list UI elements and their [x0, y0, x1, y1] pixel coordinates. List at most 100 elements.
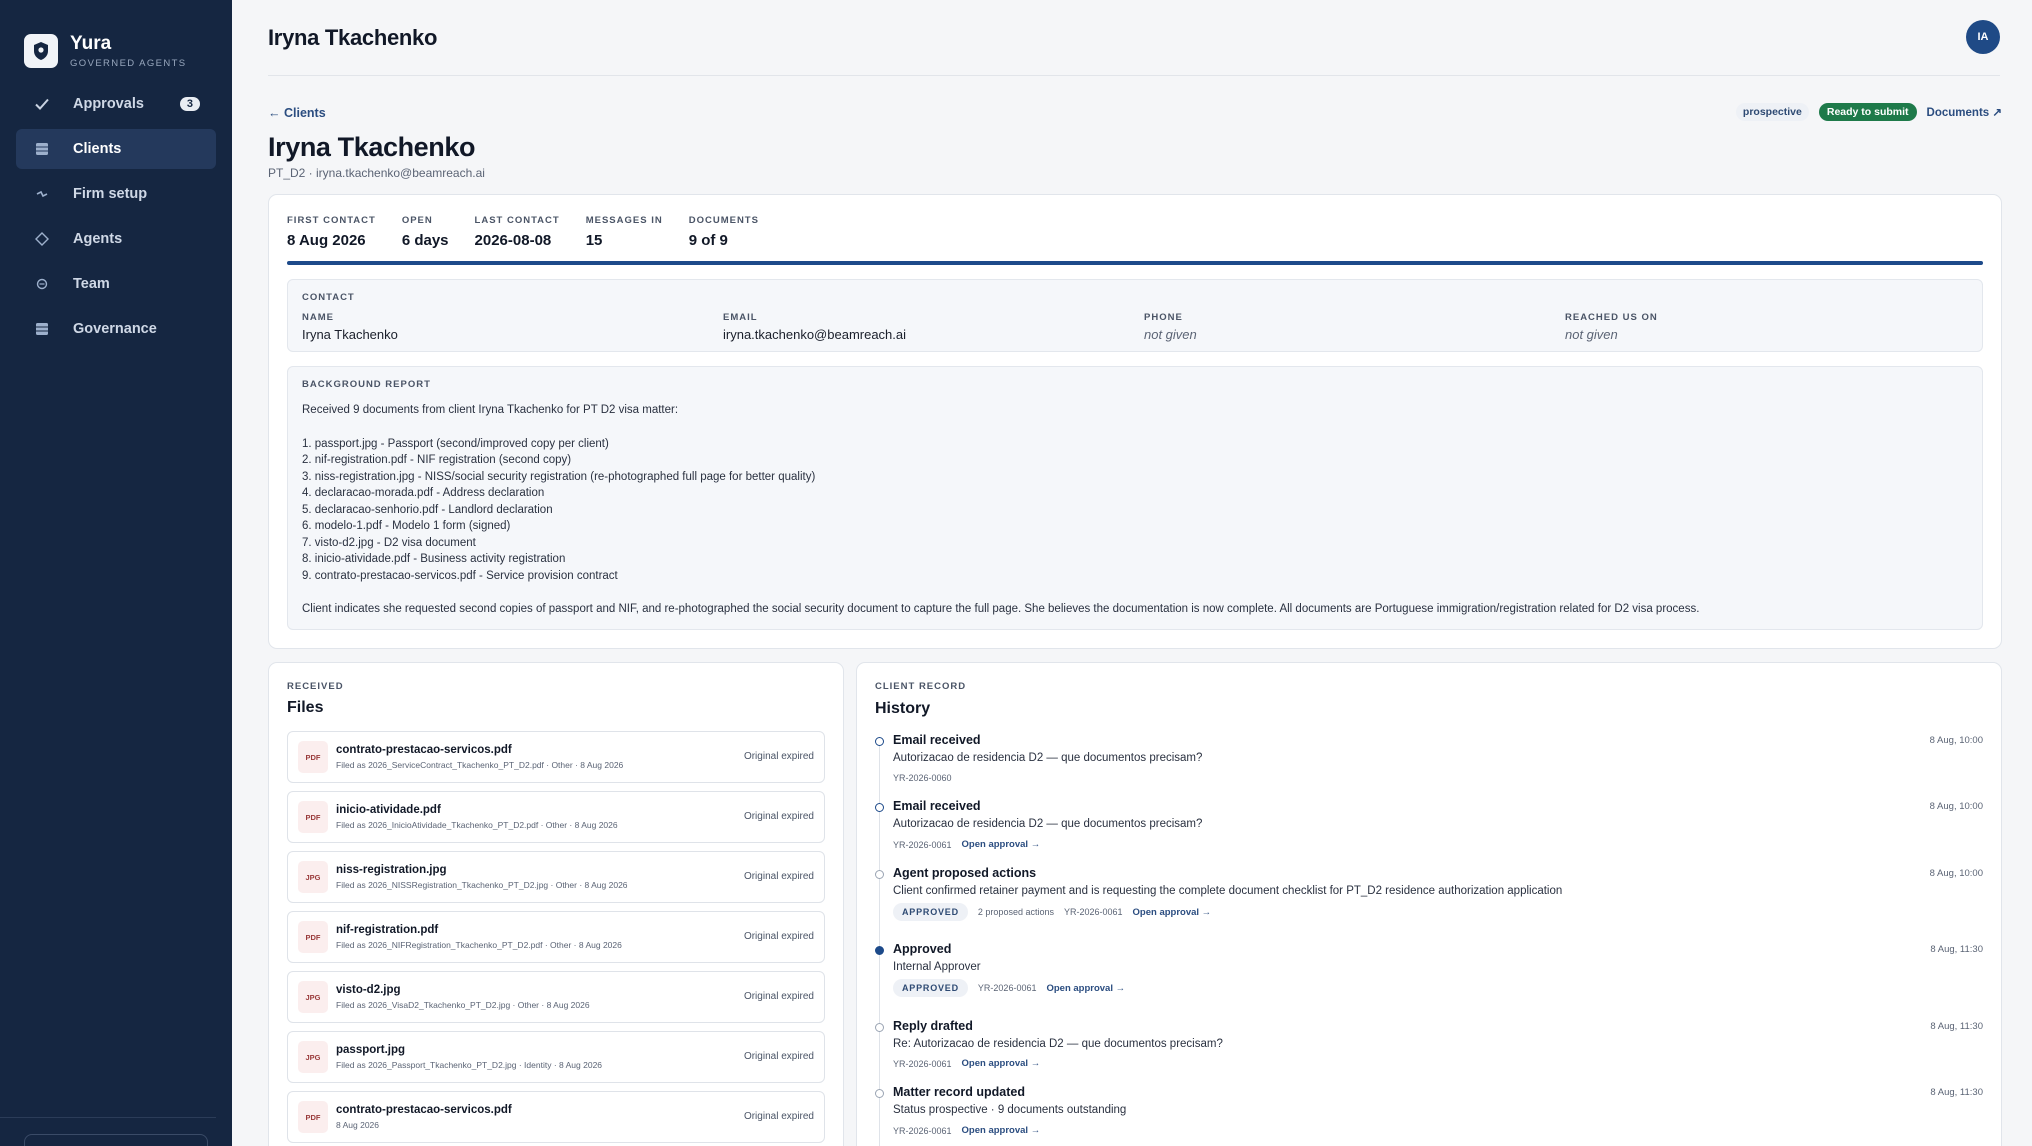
approved-badge: APPROVED [893, 979, 968, 997]
status-tags: prospective Ready to submit Documents ↗ [1735, 103, 2002, 121]
sidebar-nav: Approvals 3 Clients Firm setup Agents Te… [0, 84, 232, 349]
file-meta: Filed as 2026_VisaD2_Tkachenko_PT_D2.jpg… [336, 1000, 590, 1010]
file-row[interactable]: JPG passport.jpg Filed as 2026_Passport_… [287, 1031, 825, 1083]
file-meta: Filed as 2026_InicioAtividade_Tkachenko_… [336, 820, 618, 830]
sidebar-item-firm-setup[interactable]: Firm setup [16, 174, 216, 214]
file-list: PDF contrato-prestacao-servicos.pdf File… [287, 731, 825, 1146]
event-title: Matter record updated [893, 1085, 1025, 1099]
history-card: CLIENT RECORD History Email received 8 A… [856, 662, 2002, 1146]
event-time: 8 Aug, 11:30 [1930, 1021, 1983, 1032]
contact-section: CONTACT NAME Iryna Tkachenko EMAIL iryna… [287, 279, 1983, 352]
sidebar-item-label: Clients [73, 141, 122, 157]
main-content: Iryna Tkachenko IA ← Clients prospective… [232, 0, 2032, 1146]
avatar[interactable]: IA [1966, 20, 2000, 54]
sidebar-item-approvals[interactable]: Approvals 3 [16, 84, 216, 124]
list-item: 2. nif-registration.pdf - NIF registrati… [302, 454, 572, 466]
stat-label: OPEN [401, 215, 433, 226]
event-title: Approved [893, 942, 952, 956]
sidebar: Yura GOVERNED AGENTS Approvals 3 Clients… [0, 0, 232, 1146]
event-time: 8 Aug, 11:30 [1930, 944, 1983, 955]
brand-name: Yura [70, 33, 112, 54]
event-meta: APPROVED YR-2026-0061 Open approval → [893, 979, 1125, 997]
list-item: 5. declaracao-senhorio.pdf - Landlord de… [302, 503, 553, 516]
timeline-dot-icon [875, 803, 884, 812]
file-name: inicio-atividade.pdf [336, 804, 441, 816]
open-approval-link[interactable]: Open approval → [962, 1125, 1041, 1136]
file-meta: Filed as 2026_NISSRegistration_Tkachenko… [336, 880, 628, 890]
sidebar-item-clients[interactable]: Clients [16, 129, 216, 169]
event-meta: APPROVED 2 proposed actions YR-2026-0061… [893, 903, 1211, 921]
diamond-icon [32, 230, 52, 248]
file-row[interactable]: PDF contrato-prestacao-servicos.pdf 8 Au… [287, 1091, 825, 1143]
timeline-dot-icon [875, 946, 884, 955]
documents-progress-bar [287, 261, 1983, 265]
stat-open: OPEN 6 days [402, 215, 449, 249]
event-time: 8 Aug, 10:00 [1929, 801, 1983, 812]
event-title: Agent proposed actions [893, 866, 1037, 880]
sidebar-item-team[interactable]: Team [16, 264, 216, 304]
topbar: Iryna Tkachenko IA [268, 0, 2000, 76]
stat-value: 8 Aug 2026 [287, 232, 366, 249]
contact-phone-field: PHONE not given [1144, 312, 1197, 342]
jpg-file-icon: JPG [298, 981, 328, 1013]
proposed-actions-count: 2 proposed actions [977, 907, 1054, 917]
background-intro: Received 9 documents from client Iryna T… [302, 404, 679, 416]
brand-tagline: GOVERNED AGENTS [70, 58, 187, 69]
file-meta: Filed as 2026_ServiceContract_Tkachenko_… [336, 760, 624, 770]
sliders-icon [32, 185, 52, 203]
contact-heading: CONTACT [302, 292, 355, 303]
approvals-count-badge: 3 [179, 97, 200, 111]
back-to-clients-link[interactable]: ← Clients [268, 106, 326, 120]
event-description: Client confirmed retainer payment and is… [893, 885, 1563, 897]
stat-value: 6 days [401, 232, 449, 249]
event-reference: YR-2026-0061 [893, 839, 952, 850]
history-title: History [875, 700, 931, 717]
list-item: 9. contrato-prestacao-servicos.pdf - Ser… [302, 569, 618, 582]
sidebar-item-governance[interactable]: Governance [16, 309, 216, 349]
documents-link[interactable]: Documents ↗ [1927, 105, 2002, 119]
contact-email-field: EMAIL iryna.tkachenko@beamreach.ai [723, 312, 906, 342]
sidebar-footer-control[interactable] [24, 1134, 208, 1146]
check-icon [32, 95, 52, 113]
grid-icon [32, 320, 52, 338]
jpg-file-icon: JPG [298, 1041, 328, 1073]
file-row[interactable]: PDF nif-registration.pdf Filed as 2026_N… [287, 911, 825, 963]
files-kicker: RECEIVED [287, 681, 344, 692]
brand-logo-icon[interactable] [24, 34, 58, 68]
timeline-dot-icon [875, 870, 884, 879]
stat-value: 15 [585, 232, 603, 249]
contact-reached-field: REACHED US ON not given [1565, 312, 1658, 342]
timeline-dot-icon [875, 1023, 884, 1032]
event-description: Internal Approver [893, 961, 981, 973]
file-row[interactable]: JPG niss-registration.jpg Filed as 2026_… [287, 851, 825, 903]
sidebar-item-agents[interactable]: Agents [16, 219, 216, 259]
stat-messages-in: MESSAGES IN 15 [586, 215, 663, 249]
event-meta: YR-2026-0061 Open approval → [893, 1058, 1040, 1069]
open-approval-link[interactable]: Open approval → [962, 839, 1041, 850]
ready-badge: Ready to submit [1818, 103, 1917, 121]
client-name: Iryna Tkachenko [268, 132, 476, 162]
list-item: 3. niss-registration.jpg - NISS/social s… [302, 470, 816, 483]
list-item: 7. visto-d2.jpg - D2 visa document [302, 536, 476, 549]
file-row[interactable]: PDF inicio-atividade.pdf Filed as 2026_I… [287, 791, 825, 843]
open-approval-link[interactable]: Open approval → [1133, 907, 1212, 918]
contact-phone: not given [1144, 327, 1197, 342]
files-title: Files [287, 699, 324, 716]
event-reference: YR-2026-0061 [893, 1058, 952, 1069]
open-approval-link[interactable]: Open approval → [962, 1058, 1041, 1069]
file-status: Original expired [743, 751, 814, 762]
event-description: Re: Autorizacao de residencia D2 — que d… [893, 1038, 1223, 1050]
file-name: visto-d2.jpg [336, 984, 401, 996]
pdf-file-icon: PDF [298, 1101, 328, 1133]
background-closing: Client indicates she requested second co… [302, 603, 1700, 615]
event-meta: YR-2026-0060 [893, 773, 952, 783]
file-row[interactable]: JPG visto-d2.jpg Filed as 2026_VisaD2_Tk… [287, 971, 825, 1023]
open-approval-link[interactable]: Open approval → [1046, 983, 1125, 994]
approved-badge: APPROVED [893, 903, 968, 921]
file-status: Original expired [743, 1111, 814, 1122]
stats-row: FIRST CONTACT 8 Aug 2026 OPEN 6 days LAS… [287, 215, 785, 249]
stat-documents: DOCUMENTS 9 of 9 [689, 215, 759, 249]
stat-last-contact: LAST CONTACT 2026-08-08 [475, 215, 560, 249]
pdf-file-icon: PDF [298, 741, 328, 773]
file-row[interactable]: PDF contrato-prestacao-servicos.pdf File… [287, 731, 825, 783]
